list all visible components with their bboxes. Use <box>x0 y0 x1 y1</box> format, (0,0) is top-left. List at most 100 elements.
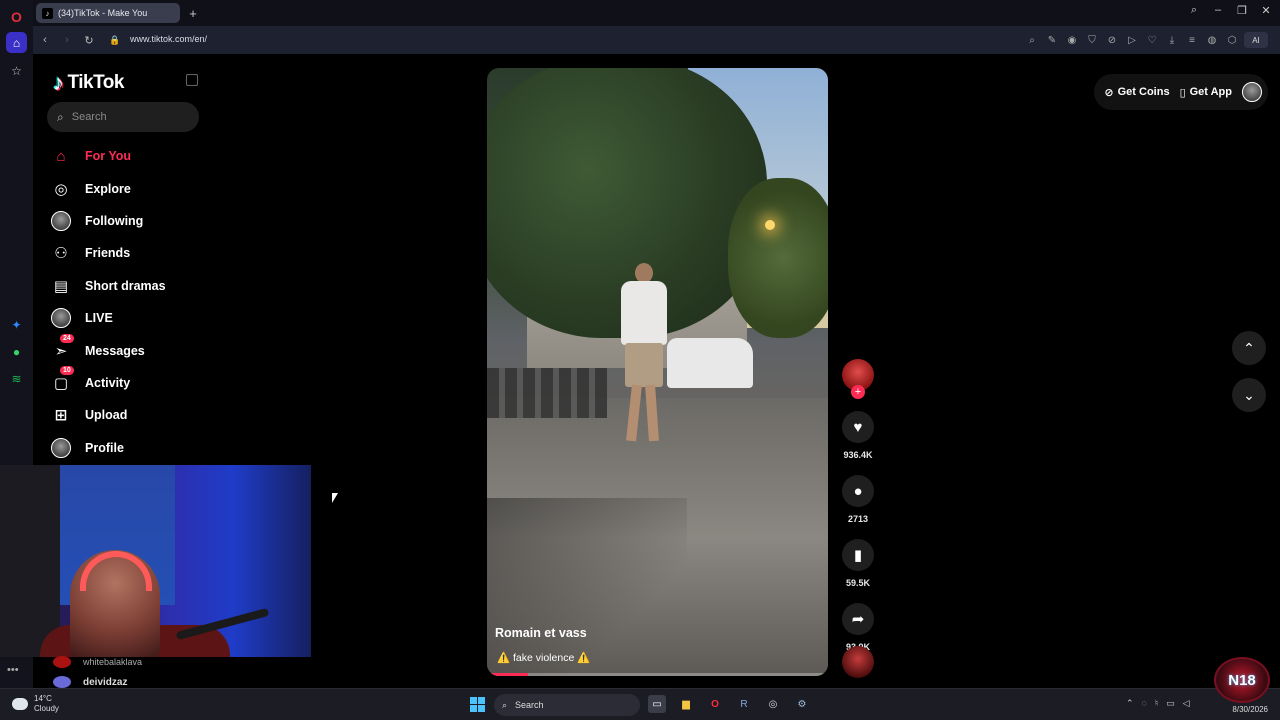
play-icon[interactable]: ▷ <box>1124 32 1140 48</box>
whatsapp-icon[interactable]: ● <box>6 341 27 362</box>
sidebar-item-profile[interactable]: Profile <box>50 432 220 464</box>
tray-app-icon[interactable]: ◌ <box>1142 698 1147 709</box>
video-progress-bar[interactable] <box>487 673 828 676</box>
address-bar: ‹ › ↻ 🔒 www.tiktok.com/en/ ⌕ ✎ ◉ ⛉ ⊘ ▷ ♡… <box>33 26 1280 54</box>
sidebar-item-upload[interactable]: ⊞ Upload <box>50 399 220 431</box>
music-disc-icon[interactable] <box>842 646 874 678</box>
person-shirt <box>621 281 667 345</box>
sidebar-item-label: Profile <box>85 440 124 455</box>
minimize-icon[interactable]: – <box>1209 4 1227 16</box>
chat-item[interactable]: whitebalaklava <box>53 656 142 668</box>
home-icon: ⌂ <box>56 147 66 165</box>
file-explorer-icon[interactable]: ▆ <box>677 695 695 713</box>
tab-title: (34)TikTok - Make You <box>58 8 148 18</box>
tiktok-logo[interactable]: ♪ TikTok <box>53 70 124 96</box>
forward-icon[interactable]: › <box>59 32 75 48</box>
new-tab-button[interactable]: + <box>185 5 201 21</box>
search-tabs-icon[interactable]: ⌕ <box>1185 4 1203 17</box>
close-icon[interactable]: ✕ <box>1257 4 1275 17</box>
maximize-icon[interactable]: ❐ <box>1233 4 1251 17</box>
star-icon[interactable]: ☆ <box>6 60 27 81</box>
n18-logo: N18 <box>1214 657 1270 703</box>
volume-icon[interactable]: ◁ <box>1183 698 1190 709</box>
camera-icon[interactable]: ◉ <box>1064 32 1080 48</box>
tiktok-favicon-icon: ♪ <box>42 7 53 19</box>
sidebar-item-for-you[interactable]: ⌂ For You <box>50 140 220 172</box>
collapse-sidebar-icon[interactable] <box>186 74 198 86</box>
back-icon[interactable]: ‹ <box>37 32 53 48</box>
sidebar-item-activity[interactable]: ▢ 10 Activity <box>50 365 220 399</box>
sidebar-item-label: Activity <box>85 375 131 390</box>
find-icon[interactable]: ⌕ <box>1024 32 1040 48</box>
sidebar-item-label: Following <box>85 213 144 228</box>
save-count: 59.5K <box>845 578 871 588</box>
user-avatar[interactable] <box>1242 82 1262 102</box>
task-view-icon[interactable]: ▭ <box>648 695 666 713</box>
author-avatar[interactable]: + <box>842 359 874 399</box>
previous-video-button[interactable]: ⌃ <box>1232 331 1266 365</box>
chat-item[interactable]: deividzaz <box>53 676 127 688</box>
search-input[interactable] <box>71 111 182 123</box>
nav-avatar <box>51 308 71 329</box>
opera-taskbar-icon[interactable]: O <box>706 695 724 713</box>
download-icon[interactable]: ⤓ <box>1164 32 1180 48</box>
opera-logo-icon[interactable]: O <box>6 6 27 27</box>
weather-condition: Cloudy <box>34 704 59 713</box>
search-box[interactable]: ⌕ <box>47 102 199 132</box>
comment-action: ● 2713 <box>838 475 878 524</box>
menu-icon[interactable]: ≡ <box>1184 32 1200 48</box>
sidebar-item-label: Short dramas <box>85 278 166 293</box>
share-icon[interactable]: ➦ <box>842 603 874 635</box>
reload-icon[interactable]: ↻ <box>81 32 97 48</box>
home-sidebar-icon[interactable]: ⌂ <box>6 32 27 53</box>
weather-widget[interactable]: 14°C Cloudy <box>12 694 59 714</box>
more-dots-icon[interactable]: ••• <box>7 664 19 676</box>
tray-chevron-icon[interactable]: ⌃ <box>1126 698 1134 709</box>
following-avatar-icon <box>50 210 72 232</box>
person-leg <box>626 384 642 442</box>
bookmark-icon[interactable]: ▮ <box>842 539 874 571</box>
follow-plus-icon[interactable]: + <box>851 385 865 399</box>
extension-icon[interactable]: ⬡ <box>1224 32 1240 48</box>
sidebar-item-following[interactable]: Following <box>50 205 220 237</box>
edit-icon[interactable]: ✎ <box>1044 32 1060 48</box>
sidebar-item-friends[interactable]: ⚇ Friends <box>50 237 220 269</box>
tab-tiktok[interactable]: ♪ (34)TikTok - Make You <box>36 3 180 23</box>
lock-icon: 🔒 <box>109 34 121 45</box>
app-chrome-icon[interactable]: ◎ <box>764 695 782 713</box>
taskbar-search[interactable]: ⌕ Search <box>494 694 640 716</box>
chat-strip: whitebalaklava deividzaz <box>33 656 311 688</box>
profile-toolbar-icon[interactable]: ◍ <box>1204 32 1220 48</box>
tray-display-icon[interactable]: ▭ <box>1166 698 1175 709</box>
chat-avatar <box>53 656 71 668</box>
url-field[interactable]: www.tiktok.com/en/ <box>130 34 207 44</box>
heart-icon[interactable]: ♡ <box>1144 32 1160 48</box>
sidebar-item-short-dramas[interactable]: ▤ Short dramas <box>50 270 220 302</box>
app-rl-icon[interactable]: R <box>735 695 753 713</box>
spotify-icon[interactable]: ≋ <box>6 368 27 389</box>
chat-avatar <box>53 676 71 688</box>
sidebar-item-label: LIVE <box>85 311 113 326</box>
comment-icon[interactable]: ● <box>842 475 874 507</box>
sidebar-item-label: Messages <box>85 343 145 358</box>
sidebar-item-explore[interactable]: ◎ Explore <box>50 172 220 204</box>
heart-like-icon[interactable]: ♥ <box>842 411 874 443</box>
vpn-icon[interactable]: ⊘ <box>1104 32 1120 48</box>
sidebar-item-messages[interactable]: ➣ 24 Messages <box>50 333 220 366</box>
chat-username: deividzaz <box>83 676 128 688</box>
ai-button[interactable]: AI <box>1244 32 1268 48</box>
next-video-button[interactable]: ⌄ <box>1232 378 1266 412</box>
steam-icon[interactable]: ⚙ <box>793 695 811 713</box>
sidebar-item-live[interactable]: LIVE <box>50 302 220 334</box>
shield-icon[interactable]: ⛉ <box>1084 32 1100 48</box>
phone-icon: ▯ <box>1179 86 1186 99</box>
get-app-button[interactable]: ▯ Get App <box>1180 86 1232 99</box>
video-author-name[interactable]: Romain et vass <box>495 626 587 640</box>
windows-start-icon[interactable] <box>470 697 485 712</box>
messenger-icon[interactable]: ✦ <box>6 314 27 335</box>
comment-count: 2713 <box>847 514 869 524</box>
top-actions: ⊘ Get Coins ▯ Get App <box>1094 74 1268 110</box>
get-coins-button[interactable]: ⊘ Get Coins <box>1104 86 1169 99</box>
video-player[interactable]: Romain et vass ⚠️ fake violence ⚠️ <box>487 68 828 676</box>
mic-icon[interactable]: ♮ <box>1155 698 1158 709</box>
